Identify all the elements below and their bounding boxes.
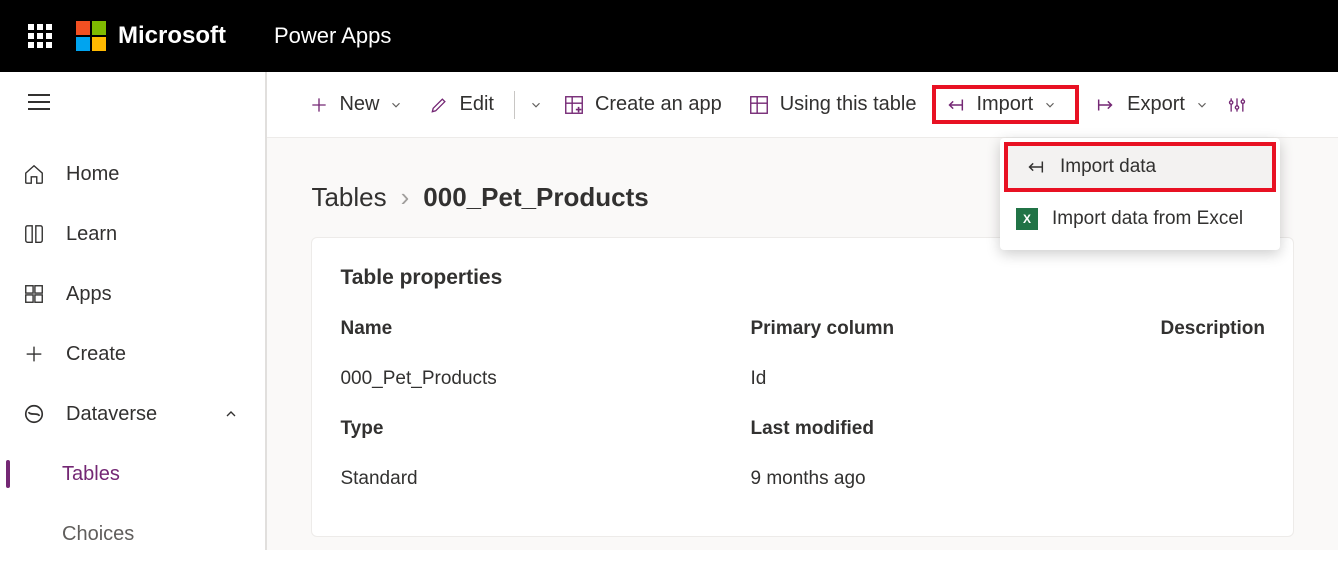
export-button[interactable]: Export [1085, 87, 1219, 122]
chevron-down-icon [389, 98, 403, 112]
breadcrumb-root[interactable]: Tables [311, 182, 386, 213]
sidebar-item-label: Apps [66, 283, 112, 306]
toolbar-divider [514, 91, 515, 119]
chevron-up-icon [219, 402, 243, 426]
app-launcher-icon[interactable] [28, 24, 52, 48]
plus-icon [22, 342, 46, 366]
dataverse-icon [22, 402, 46, 426]
import-data-icon [1024, 157, 1046, 177]
sidebar-item-label: Dataverse [66, 403, 157, 426]
sidebar-item-home[interactable]: Home [0, 144, 265, 204]
prop-value-type: Standard [340, 468, 750, 508]
sidebar-item-label: Home [66, 163, 119, 186]
prop-label-description: Description [1160, 318, 1265, 358]
toolbar: New Edit Create an app Using this table [267, 72, 1338, 138]
prop-value-primary: Id [750, 368, 1160, 408]
prop-value-modified: 9 months ago [750, 468, 1160, 508]
prop-label-primary: Primary column [750, 318, 1160, 358]
sidebar-item-learn[interactable]: Learn [0, 204, 265, 264]
prop-label-name: Name [340, 318, 750, 358]
prop-value-name: 000_Pet_Products [340, 368, 750, 408]
hamburger-icon [28, 94, 50, 110]
new-button[interactable]: New [299, 87, 413, 122]
prop-label-modified: Last modified [750, 418, 1160, 458]
sidebar-item-label: Choices [62, 523, 134, 546]
edit-split-button[interactable] [525, 92, 547, 118]
sidebar-item-label: Learn [66, 223, 117, 246]
microsoft-logo-icon [76, 21, 106, 51]
sidebar-item-dataverse[interactable]: Dataverse [0, 384, 265, 444]
sidebar-item-choices[interactable]: Choices [0, 504, 265, 564]
book-icon [22, 222, 46, 246]
edit-button[interactable]: Edit [419, 87, 503, 122]
app-name-label: Power Apps [274, 23, 391, 49]
using-table-button[interactable]: Using this table [738, 87, 927, 122]
breadcrumb-current: 000_Pet_Products [423, 182, 648, 213]
export-label: Export [1127, 93, 1185, 116]
sidebar-toggle-button[interactable] [0, 82, 265, 122]
create-app-button[interactable]: Create an app [553, 87, 732, 122]
card-title: Table properties [340, 266, 1265, 290]
prop-label-type: Type [340, 418, 750, 458]
sidebar-item-label: Create [66, 343, 126, 366]
using-table-label: Using this table [780, 93, 917, 116]
import-data-label: Import data [1060, 156, 1156, 178]
breadcrumb-separator-icon: › [401, 182, 410, 213]
create-app-label: Create an app [595, 93, 722, 116]
chevron-down-icon [1043, 98, 1057, 112]
microsoft-label: Microsoft [118, 22, 226, 50]
table-properties-card: Table properties Name Primary column Des… [311, 237, 1294, 537]
grid-icon [22, 282, 46, 306]
chevron-down-icon [1195, 98, 1209, 112]
import-dropdown: Import data Import data from Excel [1000, 138, 1280, 250]
excel-icon [1016, 208, 1038, 230]
microsoft-brand[interactable]: Microsoft [76, 21, 226, 51]
import-label: Import [976, 93, 1033, 116]
sidebar-item-tables[interactable]: Tables [0, 444, 265, 504]
sidebar-item-apps[interactable]: Apps [0, 264, 265, 324]
sidebar: Home Learn Apps Create Dataverse [0, 72, 267, 550]
sidebar-item-label: Tables [62, 463, 120, 486]
edit-label: Edit [459, 93, 493, 116]
import-excel-label: Import data from Excel [1052, 208, 1243, 230]
prop-value-description [1160, 368, 1265, 408]
settings-button[interactable] [1225, 89, 1249, 121]
chevron-down-icon [529, 98, 543, 112]
global-header: Microsoft Power Apps [0, 0, 1338, 72]
import-excel-item[interactable]: Import data from Excel [1000, 192, 1280, 246]
new-label: New [339, 93, 379, 116]
import-data-item[interactable]: Import data [1004, 142, 1276, 192]
sidebar-item-create[interactable]: Create [0, 324, 265, 384]
import-button[interactable]: Import [932, 85, 1079, 124]
home-icon [22, 162, 46, 186]
